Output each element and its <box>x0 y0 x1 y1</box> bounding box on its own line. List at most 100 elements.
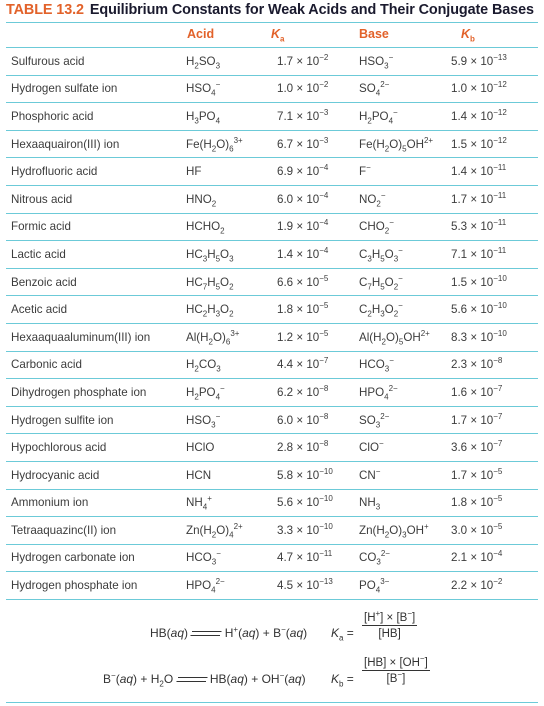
base-formula: SO42− <box>359 75 451 104</box>
table-row: Ammonium ion NH4+ 5.6 × 10−10 NH3 1.8 × 10−5 <box>6 489 538 518</box>
base-eq-right: HB(aq) + OH−(aq) <box>209 671 306 687</box>
acid-formula: HCO3− <box>186 544 277 573</box>
compound-name: Hydrogen sulfite ion <box>6 406 186 435</box>
table-row: Tetraaquazinc(II) ion Zn(H2O)42+ 3.3 × 10−… <box>6 516 538 545</box>
acid-formula: H2PO4− <box>186 378 277 407</box>
kb-value: 1.0 × 10−12 <box>451 75 538 104</box>
compound-name: Hydrogen carbonate ion <box>6 544 186 573</box>
kb-subscript: b <box>470 34 475 44</box>
kb-fraction: [HB] × [OH−] [B−] <box>362 655 430 685</box>
base-eq-left: B−(aq) + H2O <box>103 671 174 689</box>
ka-value: 6.7 × 10−3 <box>277 130 359 159</box>
ka-numerator: [H+] × [B−] <box>362 609 418 626</box>
table-row: Hydrocyanic acid HCN 5.8 × 10−10 CN− 1.7 × 1… <box>6 461 538 490</box>
kb-value: 1.8 × 10−5 <box>451 489 538 518</box>
acid-formula: HClO <box>186 433 277 462</box>
column-header-acid: Acid <box>187 27 215 41</box>
base-formula: HPO42− <box>359 378 451 407</box>
base-formula: CN− <box>359 461 451 490</box>
kb-value: 2.1 × 10−4 <box>451 544 538 573</box>
kb-value: 1.5 × 10−10 <box>451 268 538 297</box>
base-formula: C2H3O2− <box>359 295 451 324</box>
table-caption: Equilibrium Constants for Weak Acids and… <box>89 2 534 18</box>
acid-formula: Al(H2O)63+ <box>186 323 277 352</box>
table-row: Lactic acid HC3H5O3 1.4 × 10−4 C3H5O3− 7.1 ×… <box>6 240 538 269</box>
ka-value: 4.7 × 10−11 <box>277 544 359 573</box>
ka-value: 6.2 × 10−8 <box>277 378 359 407</box>
ka-value: 6.0 × 10−4 <box>277 185 359 214</box>
table-row: Hydrogen sulfite ion HSO3− 6.0 × 10−8 SO32−… <box>6 406 538 435</box>
equilibrium-arrow-icon <box>190 627 223 639</box>
base-formula: HSO3− <box>359 48 451 76</box>
ka-value: 5.6 × 10−10 <box>277 489 359 518</box>
base-formula: ClO− <box>359 433 451 462</box>
compound-name: Hydrogen sulfate ion <box>6 75 186 104</box>
table-title: TABLE 13.2 Equilibrium Constants for Weak… <box>6 2 534 18</box>
kb-value: 2.3 × 10−8 <box>451 351 538 380</box>
compound-name: Hydrogen phosphate ion <box>6 571 186 600</box>
compound-name: Hydrofluoric acid <box>6 157 186 186</box>
ka-value: 1.0 × 10−2 <box>277 75 359 104</box>
kb-value: 1.4 × 10−11 <box>451 157 538 186</box>
ka-symbol: K <box>271 27 281 41</box>
acid-eq-right: H+(aq) + B−(aq) <box>224 625 308 641</box>
ka-value: 4.4 × 10−7 <box>277 351 359 380</box>
acid-formula: NH4+ <box>186 489 277 518</box>
compound-name: Dihydrogen phosphate ion <box>6 378 186 407</box>
table-row: Hydrogen sulfate ion HSO4− 1.0 × 10−2 SO42−… <box>6 75 538 104</box>
kb-denominator: [B−] <box>386 670 406 685</box>
header-top-rule <box>6 22 538 23</box>
acid-formula: HC7H5O2 <box>186 268 277 297</box>
acid-formula: Zn(H2O)42+ <box>186 516 277 545</box>
base-formula: SO32− <box>359 406 451 435</box>
compound-name: Hypochlorous acid <box>6 433 186 462</box>
table-row: Hydrogen carbonate ion HCO3− 4.7 × 10−11 CO… <box>6 544 538 573</box>
base-formula: NO2− <box>359 185 451 214</box>
ka-value: 6.6 × 10−5 <box>277 268 359 297</box>
compound-name: Phosphoric acid <box>6 102 186 131</box>
table-row: Phosphoric acid H3PO4 7.1 × 10−3 H2PO4− 1.4 … <box>6 102 538 131</box>
ka-value: 6.0 × 10−8 <box>277 406 359 435</box>
compound-name: Hexaaquaaluminum(III) ion <box>6 323 186 352</box>
table-number: TABLE 13.2 <box>6 2 84 18</box>
table-row: Carbonic acid H2CO3 4.4 × 10−7 HCO3− 2.3 × 1… <box>6 351 538 380</box>
acid-formula: HSO3− <box>186 406 277 435</box>
kb-value: 3.0 × 10−5 <box>451 516 538 545</box>
compound-name: Benzoic acid <box>6 268 186 297</box>
ka-value: 5.8 × 10−10 <box>277 461 359 490</box>
base-formula: CO32− <box>359 544 451 573</box>
base-formula: F− <box>359 157 451 186</box>
compound-name: Ammonium ion <box>6 489 186 518</box>
ka-fraction: [H+] × [B−] [HB] <box>362 609 418 640</box>
kb-value: 1.7 × 10−7 <box>451 406 538 435</box>
kb-symbol: K <box>461 27 471 41</box>
base-formula: Fe(H2O)5OH2+ <box>359 130 451 159</box>
acid-formula: HF <box>186 157 277 186</box>
compound-name: Carbonic acid <box>6 351 186 380</box>
ka-value: 4.5 × 10−13 <box>277 571 359 600</box>
compound-name: Nitrous acid <box>6 185 186 214</box>
base-formula: H2PO4− <box>359 102 451 131</box>
base-formula: C3H5O3− <box>359 240 451 269</box>
acid-eq-left: HB(aq) <box>150 626 189 640</box>
acid-formula: HCHO2 <box>186 213 277 242</box>
acid-formula: H2CO3 <box>186 351 277 380</box>
column-header-base: Base <box>359 27 389 41</box>
table-row: Dihydrogen phosphate ion H2PO4− 6.2 × 10−8… <box>6 378 538 407</box>
table-row: Hydrofluoric acid HF 6.9 × 10−4 F− 1.4 × 10−… <box>6 157 538 186</box>
ka-denominator: [HB] <box>378 628 401 640</box>
column-header-ka: Ka <box>271 27 284 43</box>
base-formula: CHO2− <box>359 213 451 242</box>
compound-name: Sulfurous acid <box>6 48 186 76</box>
table-row: Acetic acid HC2H3O2 1.8 × 10−5 C2H3O2− 5.6 ×… <box>6 295 538 324</box>
table-row: Nitrous acid HNO2 6.0 × 10−4 NO2− 1.7 × 10−1… <box>6 185 538 214</box>
compound-name: Lactic acid <box>6 240 186 269</box>
ka-value: 2.8 × 10−8 <box>277 433 359 462</box>
table-row: Sulfurous acid H2SO3 1.7 × 10−2 HSO3− 5.9 × … <box>6 48 538 76</box>
ka-expression-label: Ka = <box>331 626 354 643</box>
base-equation: B−(aq) + H2O HB(aq) + OH−(aq) <box>103 671 306 689</box>
ka-value: 6.9 × 10−4 <box>277 157 359 186</box>
base-formula: NH3 <box>359 489 451 518</box>
kb-value: 1.6 × 10−7 <box>451 378 538 407</box>
table-row: Benzoic acid HC7H5O2 6.6 × 10−5 C7H5O2− 1.5 … <box>6 268 538 297</box>
